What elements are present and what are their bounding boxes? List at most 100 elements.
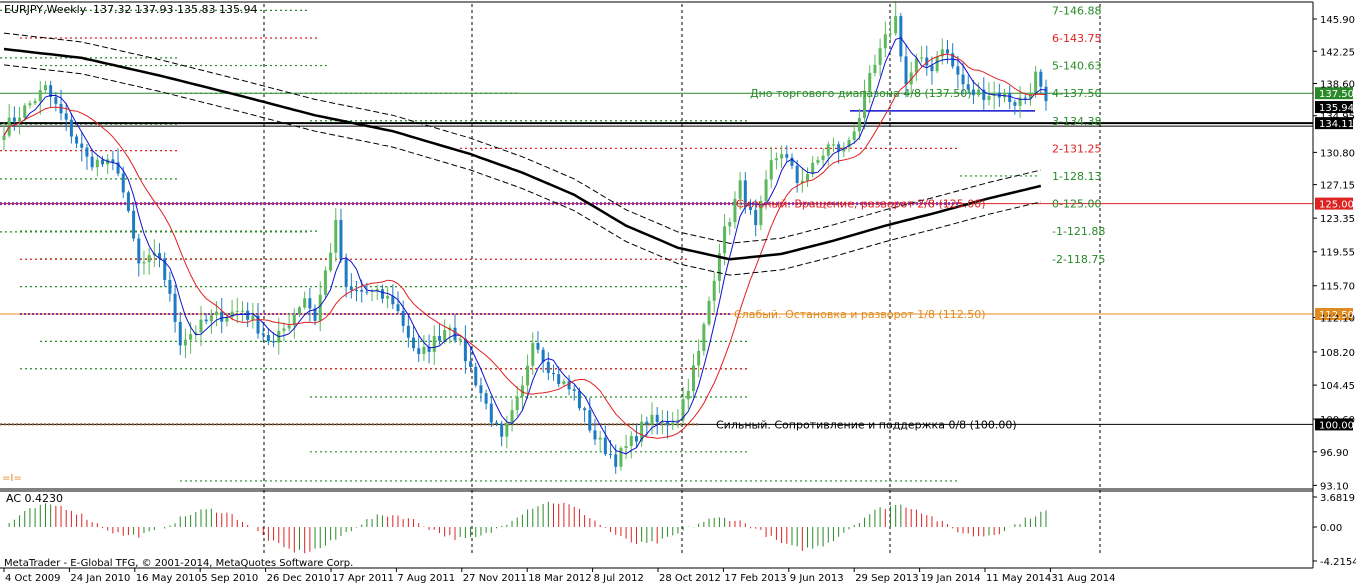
candle-body xyxy=(754,209,758,225)
small-marker: =I= xyxy=(2,473,22,484)
candle-body xyxy=(432,335,436,352)
time-axis-label: 11 May 2014 xyxy=(986,573,1051,584)
price-axis-label: 123.35 xyxy=(1320,214,1355,225)
candle-body xyxy=(168,279,172,294)
candle-body xyxy=(69,119,73,137)
candle-body xyxy=(85,147,89,157)
candle-body xyxy=(712,280,716,301)
candle-body xyxy=(380,289,384,299)
candle-body xyxy=(147,255,151,263)
candle-body xyxy=(121,173,125,193)
candle-body xyxy=(178,321,182,346)
price-tag-label: 134.11 xyxy=(1319,119,1354,130)
candle-body xyxy=(2,135,6,141)
price-axis-label: 108.20 xyxy=(1320,348,1355,359)
candle-body xyxy=(914,58,918,73)
candle-body xyxy=(100,159,104,165)
candle-body xyxy=(329,252,333,271)
candle-body xyxy=(707,300,711,325)
time-axis-label: 26 Dec 2010 xyxy=(267,573,331,584)
candle-body xyxy=(899,16,903,57)
candle-body xyxy=(412,337,416,349)
time-axis-label: 24 Jan 2010 xyxy=(70,573,130,584)
candle-body xyxy=(90,156,94,168)
copyright-text: MetaTrader - E-Global TFG, © 2001-2014, … xyxy=(4,558,353,569)
candle-body xyxy=(266,335,270,342)
candle-body xyxy=(303,298,307,308)
candle-body xyxy=(479,385,483,394)
candle-body xyxy=(624,446,628,449)
candle-body xyxy=(484,393,488,404)
candle-body xyxy=(282,328,286,331)
price-axis-label: 96.90 xyxy=(1320,448,1349,459)
candle-body xyxy=(904,56,908,85)
candle-body xyxy=(199,319,203,333)
candle-body xyxy=(209,315,213,322)
candle-body xyxy=(691,365,695,391)
candle-body xyxy=(137,238,141,264)
candle-body xyxy=(873,64,877,73)
candle-body xyxy=(774,158,778,161)
key-level-annotation: Слабый. Остановка и разворот 1/8 (112.50… xyxy=(734,308,986,321)
candle-body xyxy=(961,74,965,85)
candle-body xyxy=(38,90,42,102)
price-axis-label: 127.15 xyxy=(1320,181,1355,192)
candle-body xyxy=(723,226,727,254)
murrey-level-label: -1-121.88 xyxy=(1052,225,1105,238)
candle-body xyxy=(489,403,493,423)
candle-body xyxy=(857,117,861,132)
candle-body xyxy=(458,338,462,341)
candle-body xyxy=(494,422,498,424)
murrey-level-label: 3-134.38 xyxy=(1052,115,1101,128)
key-level-annotation: Дно торгового диапазона 4/8 (137.50) xyxy=(750,87,972,100)
candle-body xyxy=(297,307,301,314)
candle-body xyxy=(272,341,276,343)
ac-axis-label: -4.2154 xyxy=(1320,557,1356,568)
time-axis-label: 17 Apr 2011 xyxy=(332,573,394,584)
candle-body xyxy=(344,259,348,287)
murrey-level-label: -2-118.75 xyxy=(1052,253,1105,266)
candle-body xyxy=(795,165,799,183)
candle-body xyxy=(562,381,566,385)
candle-body xyxy=(349,286,353,291)
time-axis-label: 9 Jun 2013 xyxy=(790,573,844,584)
candle-body xyxy=(878,48,882,65)
price-axis-label: 145.90 xyxy=(1320,15,1355,26)
time-axis-label: 8 Jul 2012 xyxy=(594,573,644,584)
price-axis-label: 130.80 xyxy=(1320,148,1355,159)
candle-body xyxy=(183,339,187,346)
key-level-annotation: Сильный. Сопротивление и поддержка 0/8 (… xyxy=(716,418,1017,431)
murrey-level-label: 1-128.13 xyxy=(1052,170,1101,183)
candle-body xyxy=(240,310,244,312)
time-axis-label: 31 Aug 2014 xyxy=(1051,573,1115,584)
candle-body xyxy=(308,298,312,309)
candle-body xyxy=(577,390,581,409)
candle-body xyxy=(54,97,58,104)
candle-body xyxy=(816,160,820,163)
candle-body xyxy=(557,374,561,385)
candle-body xyxy=(204,319,208,322)
candle-body xyxy=(437,335,441,341)
price-axis-label: 119.55 xyxy=(1320,248,1355,259)
candle-body xyxy=(738,180,742,199)
candle-body xyxy=(28,103,32,106)
time-axis-label: 16 May 2010 xyxy=(136,573,201,584)
murrey-level-label: 4-137.50 xyxy=(1052,87,1101,100)
price-tag-label: 137.50 xyxy=(1319,89,1354,100)
candle-body xyxy=(500,423,504,437)
candle-body xyxy=(235,310,239,312)
candle-body xyxy=(785,154,789,158)
time-axis-label: 7 Aug 2011 xyxy=(397,573,455,584)
candle-body xyxy=(619,448,623,467)
candle-body xyxy=(80,143,84,148)
price-tag-label: 125.00 xyxy=(1319,200,1354,211)
ac-axis-label: 3.6819 xyxy=(1320,493,1355,504)
candle-body xyxy=(422,346,426,355)
candle-body xyxy=(614,454,618,467)
candle-body xyxy=(536,343,540,350)
candle-body xyxy=(64,113,68,120)
candle-body xyxy=(531,343,535,366)
candle-body xyxy=(956,66,960,75)
murrey-level-label: 7-146.88 xyxy=(1052,4,1101,17)
candle-body xyxy=(583,408,587,411)
